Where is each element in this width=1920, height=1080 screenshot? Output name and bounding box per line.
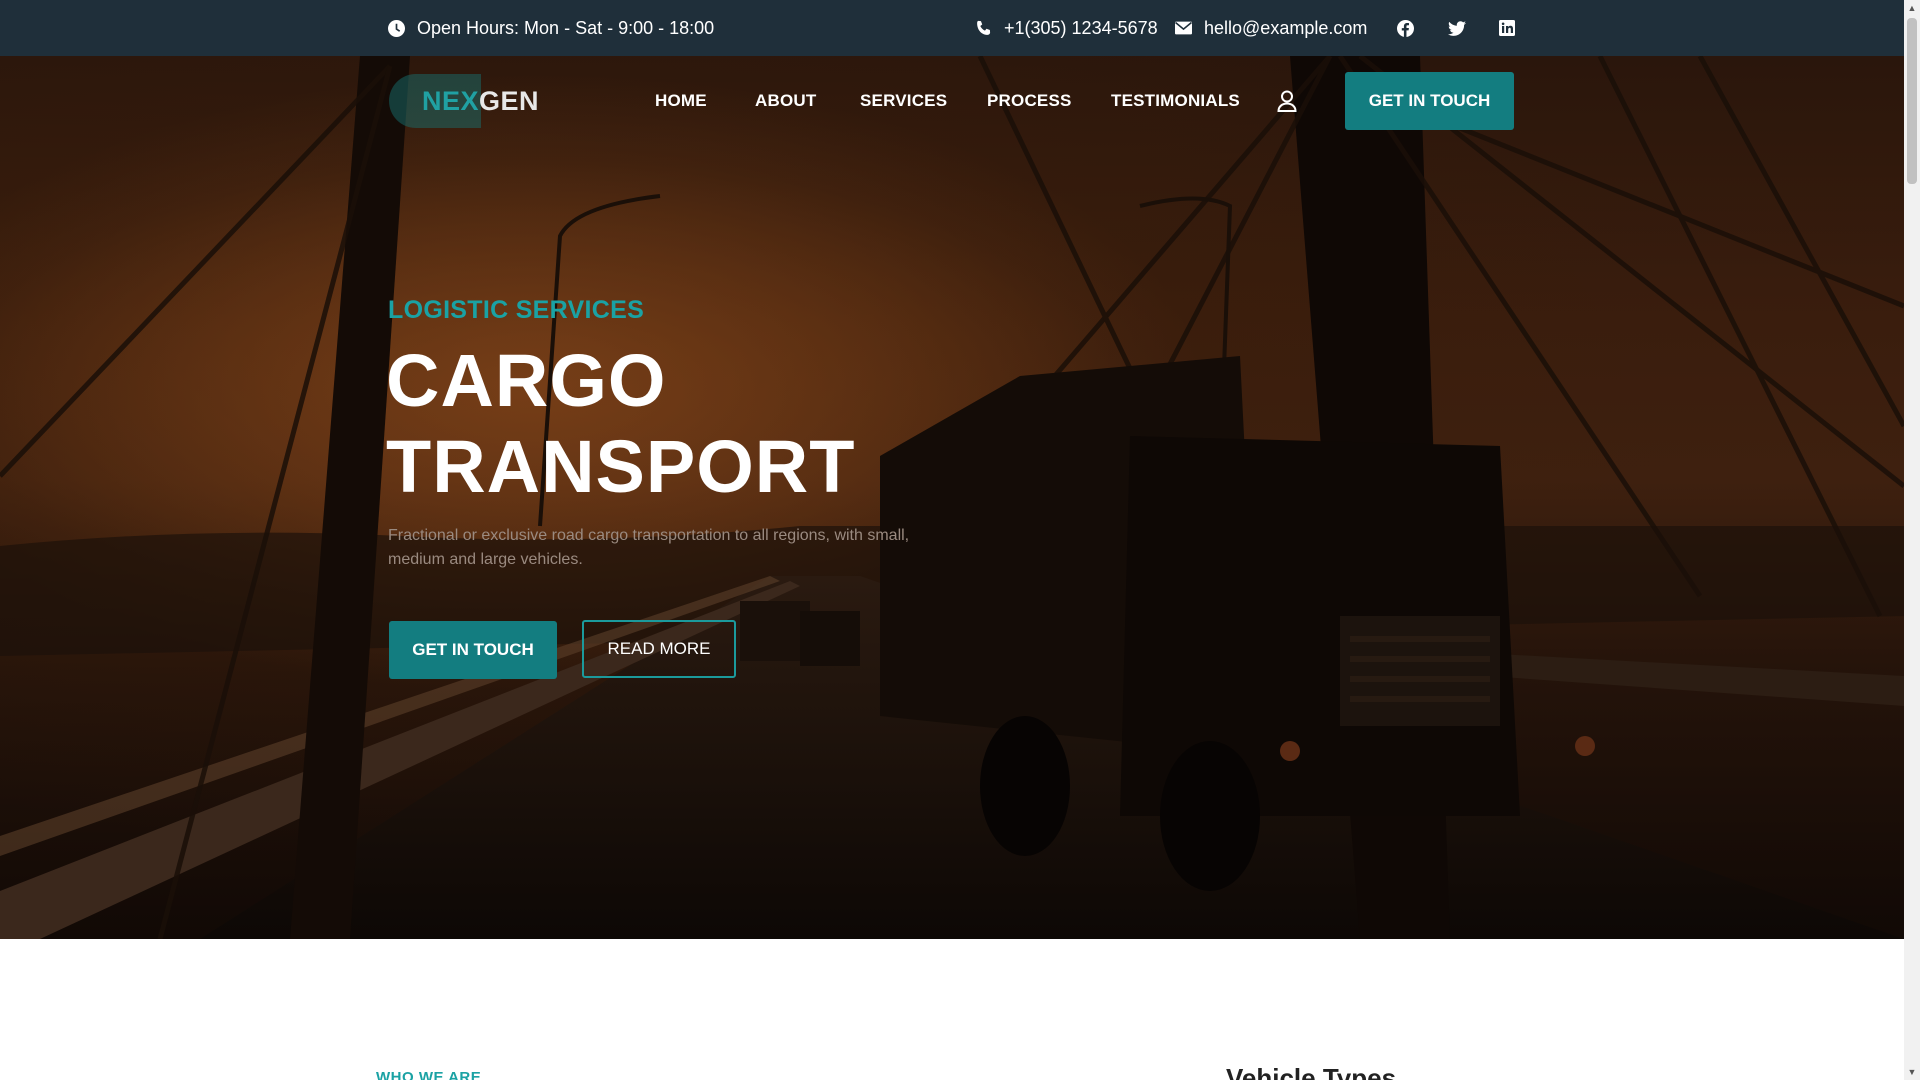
twitter-link[interactable] (1448, 0, 1466, 56)
hero-get-in-touch-button[interactable]: GET IN TOUCH (389, 621, 557, 679)
phone-text[interactable]: +1(305) 1234-5678 (1004, 18, 1158, 39)
facebook-link[interactable] (1397, 0, 1414, 56)
nav-about[interactable]: ABOUT (755, 56, 816, 146)
facebook-icon[interactable] (1397, 19, 1414, 37)
nav-services[interactable]: SERVICES (860, 56, 947, 146)
who-we-are-kicker: WHO WE ARE (376, 1069, 482, 1080)
main-navigation: NEXGEN HOME ABOUT SERVICES PROCESS TESTI… (0, 56, 1904, 146)
hero-kicker: LOGISTIC SERVICES (388, 296, 645, 324)
phone-contact[interactable]: +1(305) 1234-5678 (975, 0, 1158, 56)
scrollbar-thumb[interactable] (1907, 18, 1917, 184)
nav-home[interactable]: HOME (655, 56, 707, 146)
nav-testimonials[interactable]: TESTIMONIALS (1111, 56, 1240, 146)
hero-read-more-button[interactable]: READ MORE (582, 620, 736, 678)
open-hours-text: Open Hours: Mon - Sat - 9:00 - 18:00 (417, 17, 715, 38)
twitter-icon[interactable] (1448, 20, 1466, 36)
hero-title-line-1: CARGO (386, 339, 667, 422)
scroll-up-arrow[interactable]: ▲ (1904, 0, 1920, 16)
email-contact[interactable]: hello@example.com (1175, 0, 1367, 56)
page-scrollbar[interactable]: ▲ ▼ (1904, 0, 1920, 1080)
logo-part-gen: GEN (479, 85, 540, 116)
hero-title-line-2: TRANSPORT (386, 425, 856, 508)
nav-process[interactable]: PROCESS (987, 56, 1072, 146)
nav-get-in-touch-button[interactable]: GET IN TOUCH (1345, 72, 1514, 130)
user-icon (1277, 90, 1297, 112)
about-section: WHO WE ARE Vehicle Types (0, 939, 1904, 1080)
hero-title: CARGO TRANSPORT (386, 338, 855, 510)
vehicle-types-title: Vehicle Types (1226, 1063, 1397, 1080)
email-text[interactable]: hello@example.com (1204, 18, 1367, 39)
hero-section: NEXGEN HOME ABOUT SERVICES PROCESS TESTI… (0, 56, 1904, 939)
user-account-button[interactable] (1277, 56, 1297, 146)
top-info-bar: Open Hours: Mon - Sat - 9:00 - 18:00 +1(… (0, 0, 1904, 56)
hero-background-image (0, 56, 1904, 939)
scroll-down-arrow[interactable]: ▼ (1904, 1064, 1920, 1080)
linkedin-icon[interactable] (1499, 20, 1515, 36)
open-hours: Open Hours: Mon - Sat - 9:00 - 18:00 (388, 0, 714, 56)
logo-part-nex: NEX (422, 85, 480, 116)
logo-text: NEXGEN (389, 86, 539, 117)
envelope-icon (1175, 21, 1192, 35)
clock-icon (388, 19, 405, 37)
hero-description: Fractional or exclusive road cargo trans… (388, 527, 910, 568)
site-logo[interactable]: NEXGEN (389, 74, 539, 128)
phone-icon (977, 20, 991, 35)
linkedin-link[interactable] (1499, 0, 1515, 56)
